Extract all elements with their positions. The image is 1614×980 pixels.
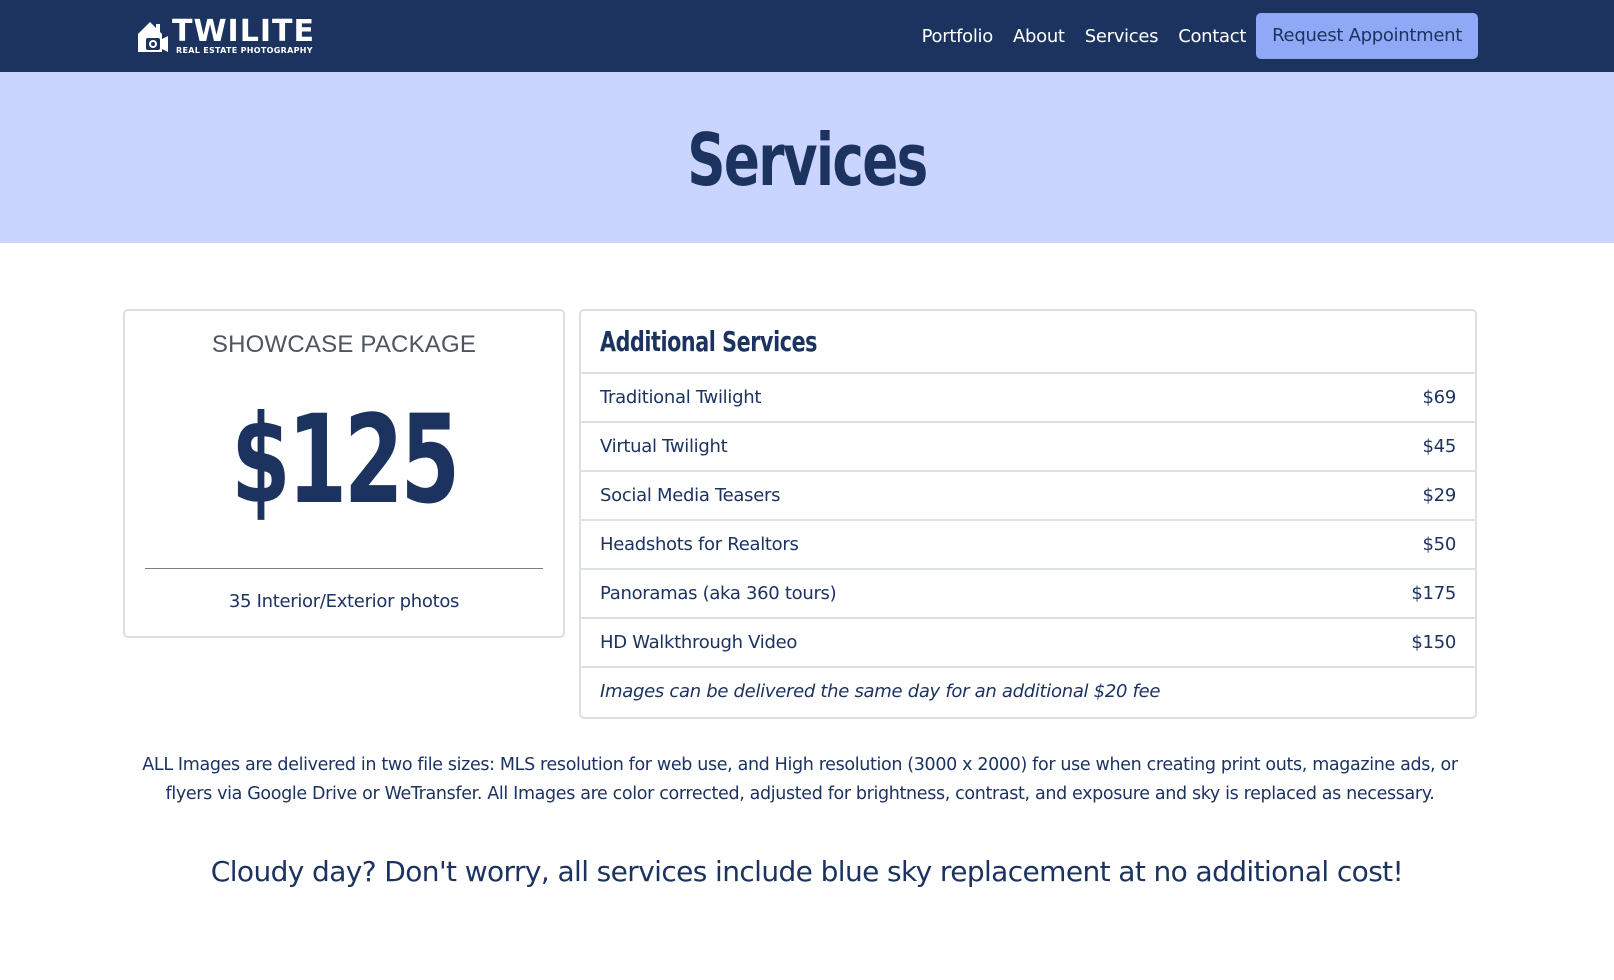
nav-link-about[interactable]: About <box>1013 26 1065 47</box>
package-title: SHOWCASE PACKAGE <box>211 331 477 358</box>
additional-services-title: Additional Services <box>600 325 818 358</box>
service-price: $175 <box>1411 583 1456 604</box>
service-price: $150 <box>1411 632 1456 653</box>
request-appointment-button[interactable]: Request Appointment <box>1256 13 1478 59</box>
additional-services-card: Additional Services Traditional Twilight… <box>579 309 1477 719</box>
navbar: TWILITE REAL ESTATE PHOTOGRAPHY Portfoli… <box>0 0 1614 72</box>
package-price: $125 <box>231 389 460 531</box>
same-day-delivery-note: Images can be delivered the same day for… <box>600 681 1161 702</box>
nav-link-portfolio[interactable]: Portfolio <box>922 26 994 47</box>
service-name: Traditional Twilight <box>600 387 762 408</box>
service-name: HD Walkthrough Video <box>600 632 798 653</box>
nav-menu: Portfolio About Services Contact Request… <box>922 0 1614 72</box>
house-camera-icon <box>136 18 170 54</box>
nav-link-services[interactable]: Services <box>1085 26 1159 47</box>
service-name: Headshots for Realtors <box>600 534 799 555</box>
additional-services-header: Additional Services <box>581 311 1475 374</box>
service-name: Panoramas (aka 360 tours) <box>600 583 837 604</box>
service-name: Virtual Twilight <box>600 436 728 457</box>
logo-tagline: REAL ESTATE PHOTOGRAPHY <box>176 45 313 55</box>
showcase-package-card: SHOWCASE PACKAGE $125 35 Interior/Exteri… <box>123 309 565 638</box>
page-title: Services <box>687 117 928 202</box>
service-row: HD Walkthrough Video $150 <box>581 619 1475 668</box>
service-row: Virtual Twilight $45 <box>581 423 1475 472</box>
delivery-info-paragraph: ALL Images are delivered in two file siz… <box>142 755 1458 804</box>
logo-wordmark: TWILITE <box>172 13 315 49</box>
nav-link-contact[interactable]: Contact <box>1178 26 1246 47</box>
package-description: 35 Interior/Exterior photos <box>228 591 460 612</box>
service-row: Headshots for Realtors $50 <box>581 521 1475 570</box>
service-row: Panoramas (aka 360 tours) $175 <box>581 570 1475 619</box>
main-content: SHOWCASE PACKAGE $125 35 Interior/Exteri… <box>0 243 1614 980</box>
service-price: $45 <box>1422 436 1457 457</box>
service-price: $50 <box>1422 534 1457 555</box>
page-hero: Services <box>0 72 1614 243</box>
service-price: $69 <box>1422 387 1457 408</box>
package-divider <box>145 568 543 569</box>
logo[interactable]: TWILITE REAL ESTATE PHOTOGRAPHY <box>136 16 315 56</box>
sky-replacement-banner: Cloudy day? Don't worry, all services in… <box>210 855 1404 888</box>
service-row: Social Media Teasers $29 <box>581 472 1475 521</box>
service-row: Traditional Twilight $69 <box>581 374 1475 423</box>
service-price: $29 <box>1422 485 1457 506</box>
service-name: Social Media Teasers <box>600 485 781 506</box>
